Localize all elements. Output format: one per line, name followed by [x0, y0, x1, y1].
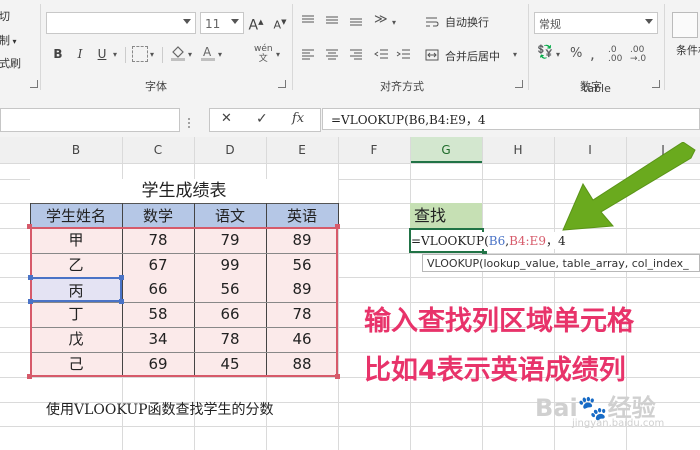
percent-icon[interactable]: %: [570, 46, 582, 61]
chevron-down-icon[interactable]: ▾: [188, 50, 192, 59]
currency-icon[interactable]: 💱: [537, 45, 553, 60]
border-icon[interactable]: [132, 46, 148, 62]
gridline: [482, 137, 483, 450]
range-reference-b4-e9: [30, 227, 338, 377]
grow-font-icon[interactable]: A▲: [246, 13, 266, 34]
align-left-icon[interactable]: [300, 46, 316, 65]
font-name-combo[interactable]: [46, 12, 196, 34]
group-separator: [292, 4, 293, 90]
column-header-f[interactable]: F: [338, 137, 410, 163]
wrap-text-button[interactable]: 自动换行: [445, 14, 489, 30]
annotation-line-1: 输入查找列区域单元格: [364, 306, 634, 337]
formula-input[interactable]: =VLOOKUP(B6,B4:E9，4: [322, 108, 700, 130]
sheet-title: 学生成绩表: [30, 179, 338, 203]
chevron-down-icon[interactable]: ▾: [513, 50, 517, 59]
range-handle[interactable]: [335, 224, 340, 229]
annotation-line-2: 比如4表示英语成绩列: [364, 355, 626, 386]
font-group-label: 字体: [145, 80, 167, 93]
column-header-h[interactable]: H: [482, 137, 554, 163]
function-tooltip[interactable]: VLOOKUP(lookup_value, table_array, col_i…: [422, 254, 700, 272]
align-bottom-icon[interactable]: [348, 12, 364, 31]
reference-handle[interactable]: [28, 275, 33, 280]
group-separator: [664, 4, 665, 90]
merge-center-button[interactable]: 合并后居中: [445, 48, 500, 64]
orientation-icon[interactable]: ≫: [374, 12, 388, 27]
reference-handle[interactable]: [28, 299, 33, 304]
clipboard-launcher-icon[interactable]: [30, 80, 38, 88]
gridline: [410, 137, 411, 450]
shrink-font-icon[interactable]: A▼: [270, 13, 290, 32]
note-text: 使用VLOOKUP函数查找学生的分数: [46, 402, 274, 418]
conditional-format-icon[interactable]: [672, 12, 698, 38]
align-middle-icon[interactable]: [324, 12, 340, 31]
copy-button[interactable]: 复制 ▾: [0, 32, 17, 48]
chevron-down-icon[interactable]: ▾: [392, 18, 396, 27]
chevron-down-icon[interactable]: ▾: [556, 50, 560, 59]
number-format-combo[interactable]: 常规: [534, 12, 658, 34]
group-separator: [528, 4, 529, 90]
align-right-icon[interactable]: [348, 46, 364, 65]
header-cell-chinese[interactable]: 语文: [194, 203, 266, 228]
alignment-group-label: 对齐方式: [380, 80, 424, 93]
group-separator: [40, 4, 41, 90]
range-handle[interactable]: [335, 374, 340, 379]
chevron-down-icon[interactable]: ▾: [150, 50, 154, 59]
column-header-c[interactable]: C: [122, 137, 194, 163]
fill-color-icon[interactable]: [170, 44, 186, 62]
merge-center-icon[interactable]: [425, 47, 439, 66]
bold-button[interactable]: B: [48, 45, 68, 63]
header-cell-name[interactable]: 学生姓名: [30, 203, 122, 228]
conditional-format-button[interactable]: 条件格: [676, 42, 700, 58]
watermark-url: jingyan.baidu.com: [572, 418, 665, 429]
header-cell-english[interactable]: 英语: [266, 203, 338, 228]
formula-bar-grip-icon[interactable]: [186, 114, 192, 133]
cancel-icon[interactable]: ✕: [221, 111, 232, 126]
increase-indent-icon[interactable]: [396, 46, 412, 65]
chevron-down-icon: [183, 19, 191, 24]
font-launcher-icon[interactable]: [278, 80, 286, 88]
header-cell-math[interactable]: 数学: [122, 203, 194, 228]
chevron-down-icon[interactable]: ▾: [276, 50, 280, 59]
format-painter-button[interactable]: 格式刷: [0, 55, 21, 71]
column-header-e[interactable]: E: [266, 137, 338, 163]
insert-function-icon[interactable]: fx: [292, 111, 304, 126]
lookup-label-cell[interactable]: 查找: [410, 203, 482, 228]
svg-text:A: A: [203, 45, 212, 59]
decrease-decimal-icon[interactable]: .00 →.0: [630, 46, 646, 64]
align-center-icon[interactable]: [324, 46, 340, 65]
chevron-down-icon: [231, 19, 239, 24]
arrow-icon: [555, 141, 700, 241]
italic-button[interactable]: I: [70, 45, 90, 63]
divider: [125, 47, 126, 63]
divider: [162, 47, 163, 63]
reference-handle[interactable]: [119, 299, 124, 304]
underline-dropdown-icon[interactable]: ▾: [113, 50, 117, 59]
name-box[interactable]: [0, 108, 180, 132]
number-launcher-icon[interactable]: [652, 80, 660, 88]
align-top-icon[interactable]: [300, 12, 316, 31]
chevron-down-icon[interactable]: ▾: [218, 50, 222, 59]
table-format-label: table: [583, 82, 611, 95]
cut-button[interactable]: 剪切: [0, 8, 11, 24]
font-size-combo[interactable]: 11: [200, 12, 244, 34]
reference-handle[interactable]: [119, 275, 124, 280]
range-handle[interactable]: [27, 374, 32, 379]
decrease-indent-icon[interactable]: [374, 46, 390, 65]
gridline: [338, 137, 339, 450]
enter-icon[interactable]: ✓: [256, 111, 268, 127]
column-header-g[interactable]: G: [410, 137, 482, 163]
range-handle[interactable]: [27, 224, 32, 229]
increase-decimal-icon[interactable]: .0.00: [608, 46, 622, 64]
wrap-text-icon[interactable]: [425, 14, 439, 33]
active-cell-formula[interactable]: =VLOOKUP(B6,B4:E9，4: [411, 232, 566, 249]
font-color-icon[interactable]: A: [200, 44, 216, 62]
underline-button[interactable]: U: [92, 45, 112, 63]
chevron-down-icon: [645, 19, 653, 24]
column-header-b[interactable]: B: [30, 137, 122, 163]
comma-style-icon[interactable]: ,: [590, 45, 595, 63]
phonetic-guide-button[interactable]: wén 文: [254, 44, 273, 64]
column-header-d[interactable]: D: [194, 137, 266, 163]
alignment-launcher-icon[interactable]: [515, 80, 523, 88]
